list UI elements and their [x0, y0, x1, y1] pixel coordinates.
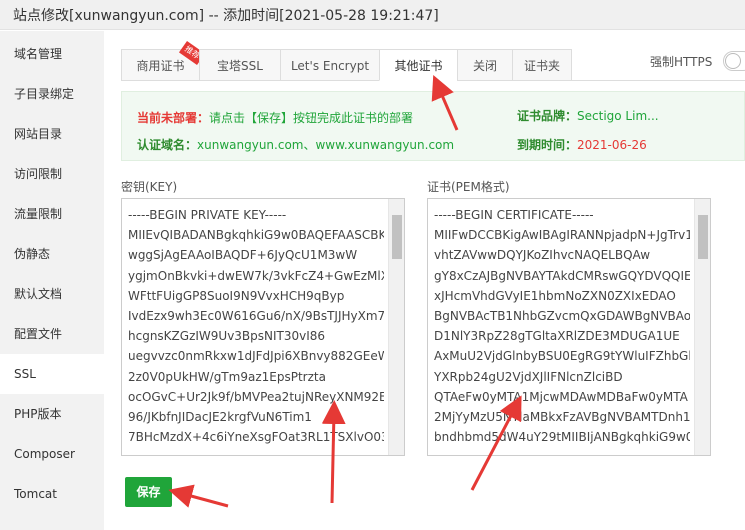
force-https-toggle[interactable] [723, 51, 745, 71]
key-line: uegvvzc0nmRkxw1dJFdJpi6XBnvy882GEeWTr [128, 349, 384, 364]
sidebar-item-default-doc[interactable]: 默认文档 [0, 274, 104, 314]
sidebar: 域名管理 子目录绑定 网站目录 访问限制 流量限制 伪静态 默认文档 配置文件 … [0, 31, 104, 530]
scrollbar-thumb[interactable] [392, 215, 402, 259]
cert-domains-value: xunwangyun.com、www.xunwangyun.com [197, 138, 455, 152]
sidebar-item-subdir[interactable]: 子目录绑定 [0, 74, 104, 114]
cert-line: MIIFwDCCBKigAwIBAgIRANNpjadpN+JgTrv1 [434, 228, 690, 243]
tab-close[interactable]: 关闭 [457, 49, 513, 81]
tab-lets-encrypt[interactable]: Let's Encrypt [280, 49, 380, 81]
private-key-textarea[interactable]: -----BEGIN PRIVATE KEY----- MIIEvQIBADANB… [121, 198, 405, 456]
cert-line: bndhbmd5dW4uY29tMIIBIjANBgkqhkiG9w0B [434, 430, 690, 445]
tab-bt-ssl[interactable]: 宝塔SSL [199, 49, 281, 81]
cert-expiry-value: 2021-06-26 [577, 138, 647, 152]
cert-line: gY8xCzAJBgNVBAYTAkdCMRswGQYDVQQIE [434, 268, 690, 283]
cert-line: vhtZAVwwDQYJKoZIhvcNAQELBQAw [434, 248, 651, 263]
sidebar-item-domain[interactable]: 域名管理 [0, 34, 104, 74]
window-titlebar: 站点修改[xunwangyun.com] -- 添加时间[2021-05-28 … [0, 0, 745, 30]
sidebar-item-traffic-limit[interactable]: 流量限制 [0, 194, 104, 234]
cert-expiry: 到期时间：2021-06-26 [517, 136, 647, 153]
key-line: 2z0V0pUkHW/gTm9az1EpsPtrzta [128, 369, 326, 384]
toggle-knob [726, 54, 740, 68]
deploy-status: 当前未部署：请点击【保存】按钮完成此证书的部署 [137, 109, 413, 126]
deploy-status-label: 当前未部署： [137, 111, 210, 125]
private-key-label: 密钥(KEY) [121, 180, 178, 194]
deploy-status-text: 请点击【保存】按钮完成此证书的部署 [209, 111, 414, 125]
cert-brand: 证书品牌：Sectigo Lim... [517, 107, 659, 124]
cert-brand-value: Sectigo Lim... [577, 109, 659, 123]
key-line: wggSjAgEAAoIBAQDF+6JyQcU1M3wW [128, 248, 358, 263]
key-line: MIIEvQIBADANBgkqhkiG9w0BAQEFAASCBKc [128, 228, 384, 243]
key-line: ygjmOnBkvki+dwEW7k/3vkFcZ4+GwEzMlXe [128, 268, 384, 283]
key-line: ocOGvC+Ur2Jk9f/bMVPea2tujNReyXNM92Ej [128, 389, 384, 404]
key-line: IvdEzx9wh3Ec0W616Gu6/nX/9BsTJJHyXm7eB [128, 309, 384, 324]
sidebar-item-config[interactable]: 配置文件 [0, 314, 104, 354]
cert-brand-label: 证书品牌： [517, 109, 578, 123]
cert-line: YXRpb24gU2VjdXJlIFNlcnZlciBD [434, 369, 623, 384]
save-button[interactable]: 保存 [125, 477, 172, 507]
cert-line: BgNVBAcTB1NhbGZvcmQxGDAWBgNVBAoT [434, 309, 690, 324]
key-line: WFttFUigGP8SuoI9N9VvxHCH9qByp [128, 288, 345, 303]
cert-line: D1NlY3RpZ28gTGltaXRlZDE3MDUGA1UE [434, 329, 680, 344]
cert-line: xJHcmVhdGVyIE1hbmNoZXN0ZXIxEDAO [434, 288, 676, 303]
certificate-scrollbar[interactable] [694, 199, 710, 455]
key-line: -----BEGIN PRIVATE KEY----- [128, 208, 287, 222]
sidebar-item-ssl[interactable]: SSL [0, 354, 104, 394]
cert-domains-label: 认证域名： [137, 138, 198, 152]
cert-expiry-label: 到期时间： [517, 138, 578, 152]
ssl-panel: 商用证书 推荐 宝塔SSL Let's Encrypt 其他证书 关闭 证书夹 … [104, 31, 745, 530]
key-line: 7BHcMzdX+4c6iYneXsgFOat3RL1TSXlvO03k [128, 430, 384, 445]
sidebar-item-php-version[interactable]: PHP版本 [0, 394, 104, 434]
certificate-label: 证书(PEM格式) [427, 180, 510, 194]
window-title: 站点修改[xunwangyun.com] -- 添加时间[2021-05-28 … [13, 8, 439, 24]
cert-line: AxMuU2VjdGlnbyBSU0EgRG9tYWluIFZhbGlk [434, 349, 690, 364]
sidebar-item-rewrite[interactable]: 伪静态 [0, 234, 104, 274]
certificate-content[interactable]: -----BEGIN CERTIFICATE----- MIIFwDCCBKigA… [434, 205, 690, 447]
sidebar-item-composer[interactable]: Composer [0, 434, 104, 474]
tab-cert-folder[interactable]: 证书夹 [512, 49, 572, 81]
sidebar-item-tomcat[interactable]: Tomcat [0, 474, 104, 514]
key-line: 96/JKbfnJIDacJE2krgfVuN6Tim1 [128, 410, 312, 425]
private-key-content[interactable]: -----BEGIN PRIVATE KEY----- MIIEvQIBADANB… [128, 205, 384, 447]
cert-line: -----BEGIN CERTIFICATE----- [434, 208, 594, 222]
tab-label: 商用证书 [136, 59, 185, 73]
private-key-scrollbar[interactable] [388, 199, 404, 455]
force-https-label: 强制HTTPS [650, 55, 713, 69]
scrollbar-thumb[interactable] [698, 215, 708, 259]
tab-other-cert[interactable]: 其他证书 [379, 49, 458, 81]
key-line: hcgnsKZGzIW9Uv3BpsNIT30vI86 [128, 329, 326, 344]
sidebar-item-site-dir[interactable]: 网站目录 [0, 114, 104, 154]
cert-line: QTAeFw0yMTA1MjcwMDAwMDBaFw0yMTA [434, 389, 688, 404]
certificate-textarea[interactable]: -----BEGIN CERTIFICATE----- MIIFwDCCBKigA… [427, 198, 711, 456]
cert-domains: 认证域名：xunwangyun.com、www.xunwangyun.com [137, 136, 454, 153]
sidebar-item-access-limit[interactable]: 访问限制 [0, 154, 104, 194]
cert-line: 2MjYyMzU5NTlaMBkxFzAVBgNVBAMTDnh1 [434, 410, 690, 425]
cert-status-panel: 当前未部署：请点击【保存】按钮完成此证书的部署 证书品牌：Sectigo Lim… [121, 91, 745, 161]
